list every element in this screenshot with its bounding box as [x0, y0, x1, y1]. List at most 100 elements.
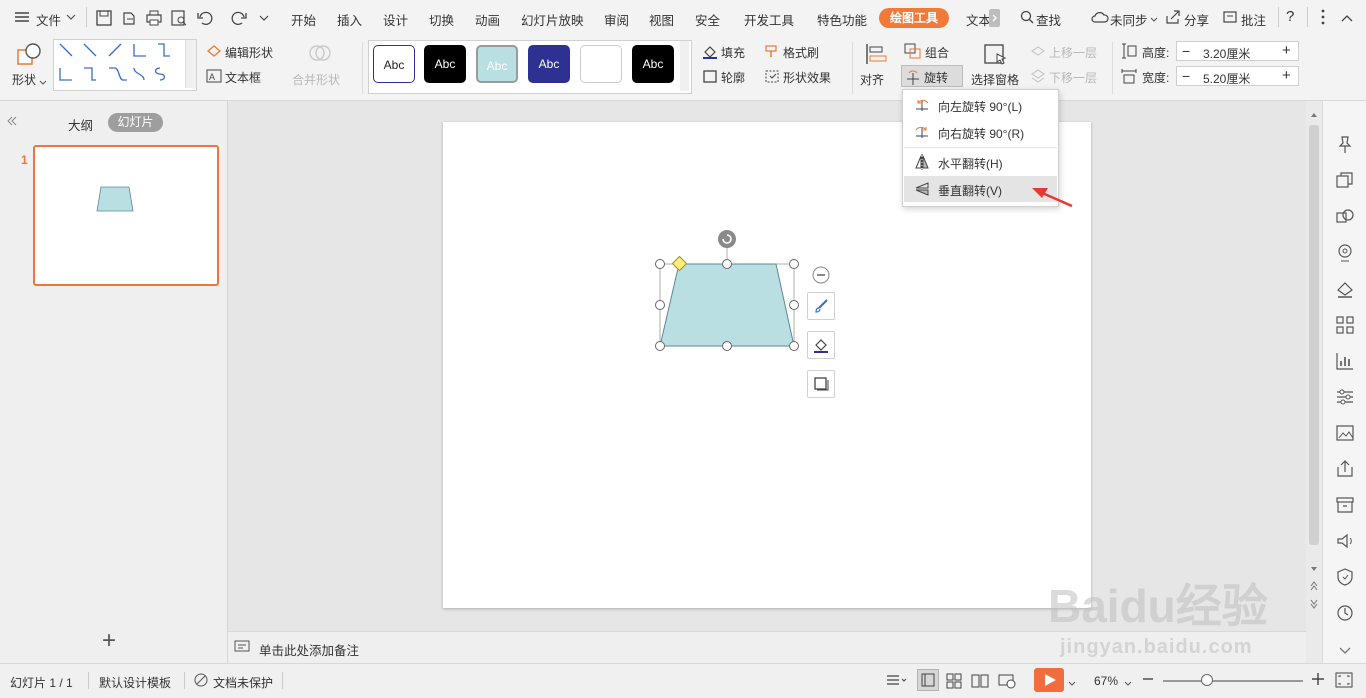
document-protection-status[interactable]: 文档未保护	[213, 674, 273, 691]
style-sample-4[interactable]: Abc	[528, 45, 570, 83]
rotate-left-90-item[interactable]: 向左旋转 90°(L)	[904, 92, 1057, 118]
export-share-icon[interactable]	[1335, 459, 1355, 479]
undo-icon[interactable]	[196, 9, 216, 30]
comment-button[interactable]: 批注	[1241, 10, 1266, 29]
resize-handle-bottom-left[interactable]	[655, 341, 665, 351]
width-stepper[interactable]: − 5.20厘米 +	[1176, 66, 1299, 86]
file-menu[interactable]: 文件	[36, 10, 61, 29]
tab-transitions[interactable]: 切换	[429, 10, 454, 29]
tab-insert[interactable]: 插入	[337, 10, 362, 29]
flip-horizontal-item[interactable]: 水平翻转(H)	[904, 149, 1057, 175]
sync-status-button[interactable]: 未同步	[1110, 10, 1148, 29]
width-decrease-button[interactable]: −	[1182, 68, 1190, 84]
grid-icon[interactable]	[1335, 315, 1355, 335]
style-sample-3-selected[interactable]: Abc	[476, 45, 518, 83]
height-decrease-button[interactable]: −	[1182, 43, 1190, 59]
next-slide-icon[interactable]	[1310, 599, 1318, 609]
vertical-scrollbar[interactable]	[1306, 101, 1322, 663]
scrollbar-thumb[interactable]	[1309, 125, 1319, 545]
style-sample-6[interactable]: Abc	[632, 45, 674, 83]
style-sample-2[interactable]: Abc	[424, 45, 466, 83]
edit-shape-button[interactable]: 编辑形状	[225, 44, 273, 61]
location-icon[interactable]	[1335, 243, 1355, 263]
selection-pane-button[interactable]: 选择窗格	[971, 71, 1019, 88]
style-sample-1[interactable]: Abc	[373, 45, 415, 83]
align-icon[interactable]	[864, 42, 888, 69]
zoom-slider-track[interactable]	[1163, 680, 1303, 682]
notes-toggle-icon[interactable]	[886, 673, 908, 692]
chevron-down-icon[interactable]	[1068, 677, 1076, 691]
outline-button[interactable]: 轮廓	[721, 69, 745, 86]
height-stepper[interactable]: − 3.20厘米 +	[1176, 41, 1299, 61]
slide-thumbnail[interactable]	[33, 145, 219, 286]
quick-access-more-icon[interactable]	[258, 12, 270, 26]
connector-lines-icon[interactable]	[54, 40, 184, 88]
tabs-scroll-right-button[interactable]	[989, 9, 1000, 27]
tab-special-features[interactable]: 特色功能	[817, 10, 867, 29]
chevron-down-icon[interactable]	[1335, 641, 1355, 661]
tab-slideshow[interactable]: 幻灯片放映	[521, 10, 584, 29]
print-icon[interactable]	[145, 9, 163, 30]
tab-slides[interactable]: 幻灯片	[108, 113, 163, 132]
resize-handle-bottom-right[interactable]	[789, 341, 799, 351]
print-preview-icon[interactable]	[170, 9, 188, 30]
connector-gallery[interactable]	[53, 39, 197, 91]
add-slide-button[interactable]: +	[102, 629, 116, 653]
format-painter-button[interactable]: 格式刷	[783, 44, 819, 61]
height-increase-button[interactable]: +	[1282, 42, 1291, 59]
shape-fill-panel-icon[interactable]	[1335, 279, 1355, 299]
shape-style-quick-button[interactable]	[807, 292, 835, 320]
pin-icon[interactable]	[1335, 135, 1355, 155]
resize-handle-bottom[interactable]	[722, 341, 732, 351]
reading-view-icon[interactable]	[971, 673, 989, 692]
export-icon[interactable]	[120, 9, 138, 30]
fill-bucket-icon[interactable]	[702, 44, 718, 62]
slide-sorter-icon[interactable]	[946, 673, 962, 692]
shapes-icon[interactable]	[16, 42, 42, 71]
selection-pane-icon[interactable]	[983, 42, 1009, 71]
copy-icon[interactable]	[1335, 171, 1355, 191]
shapes-button[interactable]: 形状	[12, 71, 36, 88]
tab-animations[interactable]: 动画	[475, 10, 500, 29]
style-gallery-more-button[interactable]	[680, 41, 689, 91]
search-button[interactable]: 查找	[1036, 10, 1061, 29]
tab-text-tools[interactable]: 文本	[966, 10, 991, 29]
chevron-down-icon[interactable]	[1124, 677, 1132, 691]
cloud-sync-icon[interactable]	[1091, 10, 1109, 27]
tab-drawing-tools[interactable]: 绘图工具	[879, 8, 949, 28]
redo-icon[interactable]	[230, 9, 250, 30]
rotate-button[interactable]: 旋转	[901, 65, 963, 87]
format-painter-icon[interactable]	[764, 44, 780, 62]
rotate-right-90-item[interactable]: 向右旋转 90°(R)	[904, 119, 1057, 145]
share-icon[interactable]	[1165, 10, 1181, 27]
image-icon[interactable]	[1335, 423, 1355, 443]
tab-developer[interactable]: 开发工具	[744, 10, 794, 29]
zoom-out-button[interactable]	[1142, 671, 1154, 692]
fill-button[interactable]: 填充	[721, 44, 745, 61]
previous-slide-icon[interactable]	[1310, 581, 1318, 591]
width-input[interactable]: 5.20厘米	[1203, 70, 1250, 87]
chevron-down-icon[interactable]	[39, 76, 47, 90]
chevron-down-icon[interactable]	[66, 11, 76, 25]
shape-effects-icon[interactable]	[764, 69, 780, 87]
gallery-scroll-button[interactable]	[185, 40, 196, 88]
resize-handle-left[interactable]	[655, 300, 665, 310]
chevron-down-icon[interactable]	[1150, 13, 1158, 27]
comment-icon[interactable]	[1222, 10, 1238, 27]
zoom-level[interactable]: 67%	[1094, 674, 1118, 688]
textbox-icon[interactable]: A	[206, 69, 222, 86]
chart-icon[interactable]	[1335, 351, 1355, 371]
shield-icon[interactable]	[1335, 567, 1355, 587]
collapse-panel-icon[interactable]	[6, 115, 18, 129]
hamburger-icon[interactable]	[14, 10, 30, 27]
outline-icon[interactable]	[702, 69, 718, 87]
design-template-name[interactable]: 默认设计模板	[99, 674, 171, 691]
rotation-handle-icon[interactable]	[717, 229, 737, 252]
collapse-quick-toolbar-icon[interactable]	[812, 266, 830, 287]
search-icon[interactable]	[1020, 10, 1034, 27]
zoom-in-button[interactable]	[1311, 672, 1325, 689]
group-icon[interactable]	[904, 43, 922, 62]
fit-to-window-icon[interactable]	[1335, 672, 1353, 691]
shape-outline-quick-button[interactable]	[807, 370, 835, 398]
width-increase-button[interactable]: +	[1282, 67, 1291, 84]
